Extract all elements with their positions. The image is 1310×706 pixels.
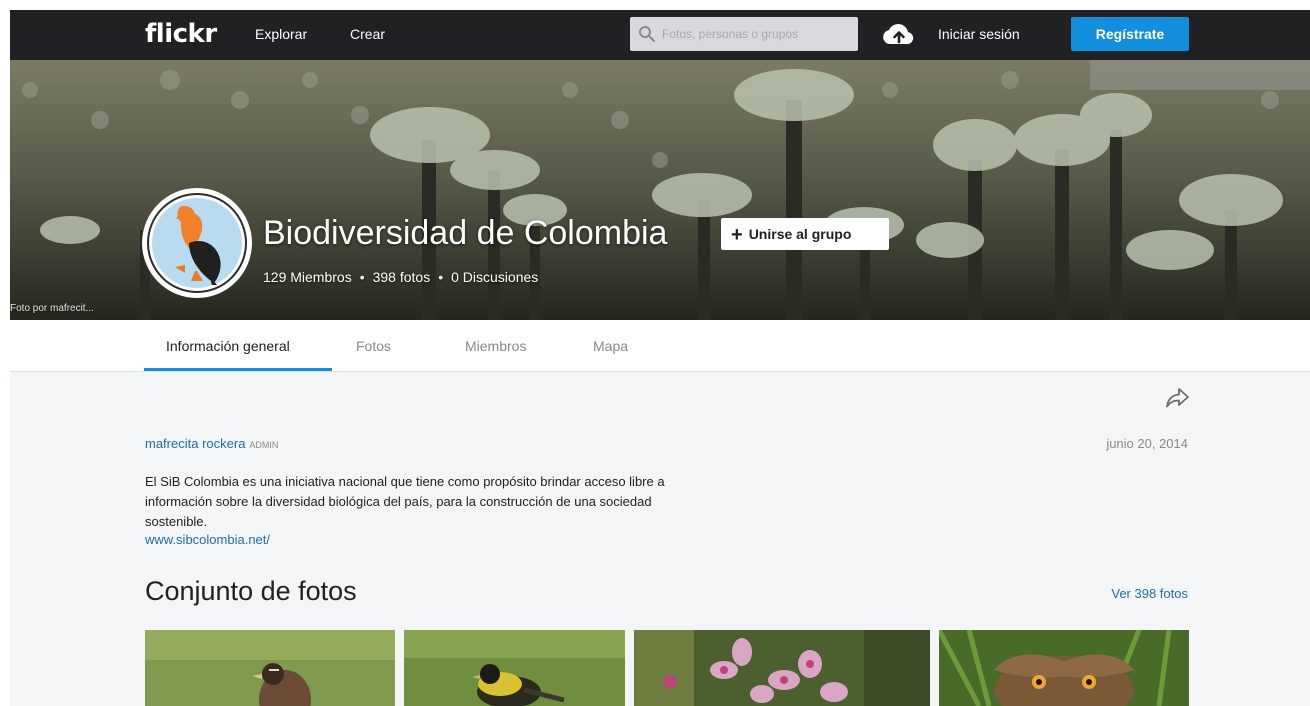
flickr-logo[interactable]: flickr bbox=[145, 19, 217, 49]
post-date: junio 20, 2014 bbox=[1106, 436, 1188, 451]
plus-icon: + bbox=[731, 224, 743, 246]
search-box[interactable] bbox=[630, 17, 858, 51]
share-icon[interactable] bbox=[1165, 386, 1191, 408]
active-tab-indicator bbox=[144, 368, 332, 371]
stats-separator: • bbox=[438, 269, 444, 285]
group-website-link[interactable]: www.sibcolombia.net/ bbox=[145, 532, 270, 547]
bird-photo bbox=[404, 630, 625, 706]
nav-explorar-link[interactable]: Explorar bbox=[255, 26, 307, 42]
tab-fotos[interactable]: Fotos bbox=[356, 338, 391, 354]
cloud-upload-icon[interactable] bbox=[882, 22, 916, 48]
bird-logo-icon bbox=[147, 193, 247, 293]
signin-link[interactable]: Iniciar sesión bbox=[938, 26, 1020, 42]
app-window: flickr Explorar Crear Iniciar sesión Reg… bbox=[0, 0, 1310, 706]
photos-count-link[interactable]: 398 fotos bbox=[373, 269, 431, 285]
photoset-thumbnail[interactable] bbox=[634, 630, 930, 706]
photoset-thumbnail[interactable] bbox=[404, 630, 625, 706]
top-navigation-bar: flickr Explorar Crear Iniciar sesión Reg… bbox=[10, 10, 1310, 60]
admin-name-link[interactable]: mafrecita rockera bbox=[145, 436, 245, 451]
join-group-label: Unirse al grupo bbox=[748, 226, 852, 242]
orchid-photo bbox=[634, 630, 930, 706]
group-stats: 129 Miembros • 398 fotos • 0 Discusiones bbox=[263, 269, 538, 285]
group-tabs: Información general Fotos Miembros Mapa bbox=[10, 320, 1310, 372]
photoset-thumbnail[interactable] bbox=[939, 630, 1189, 706]
tab-informacion-general[interactable]: Información general bbox=[166, 338, 290, 354]
group-title: Biodiversidad de Colombia bbox=[263, 214, 668, 252]
owl-photo bbox=[939, 630, 1189, 706]
search-input[interactable] bbox=[662, 17, 852, 51]
admin-badge: ADMIN bbox=[249, 440, 279, 450]
photosets-title: Conjunto de fotos bbox=[145, 576, 357, 606]
discussions-count-link[interactable]: 0 Discusiones bbox=[451, 269, 538, 285]
search-icon[interactable] bbox=[638, 25, 656, 43]
stats-separator: • bbox=[359, 269, 365, 285]
photoset-thumbnail[interactable] bbox=[145, 630, 395, 706]
join-group-button[interactable]: + Unirse al grupo bbox=[721, 218, 889, 250]
members-count-link[interactable]: 129 Miembros bbox=[263, 269, 352, 285]
bird-photo bbox=[145, 630, 395, 706]
group-description: El SiB Colombia es una iniciativa nacion… bbox=[145, 474, 665, 529]
group-avatar[interactable] bbox=[142, 188, 252, 298]
signup-button[interactable]: Regístrate bbox=[1071, 17, 1189, 51]
group-cover-hero: Foto por mafrecit... Biodiversidad de Co… bbox=[10, 60, 1310, 320]
photo-credit[interactable]: Foto por mafrecit... bbox=[10, 303, 94, 314]
admin-row: mafrecita rockera ADMIN bbox=[145, 436, 278, 451]
tab-mapa[interactable]: Mapa bbox=[593, 338, 628, 354]
overview-content: mafrecita rockera ADMIN junio 20, 2014 El… bbox=[10, 372, 1310, 706]
nav-crear-link[interactable]: Crear bbox=[350, 26, 385, 42]
view-all-photos-link[interactable]: Ver 398 fotos bbox=[1030, 586, 1188, 601]
tab-miembros[interactable]: Miembros bbox=[465, 338, 526, 354]
